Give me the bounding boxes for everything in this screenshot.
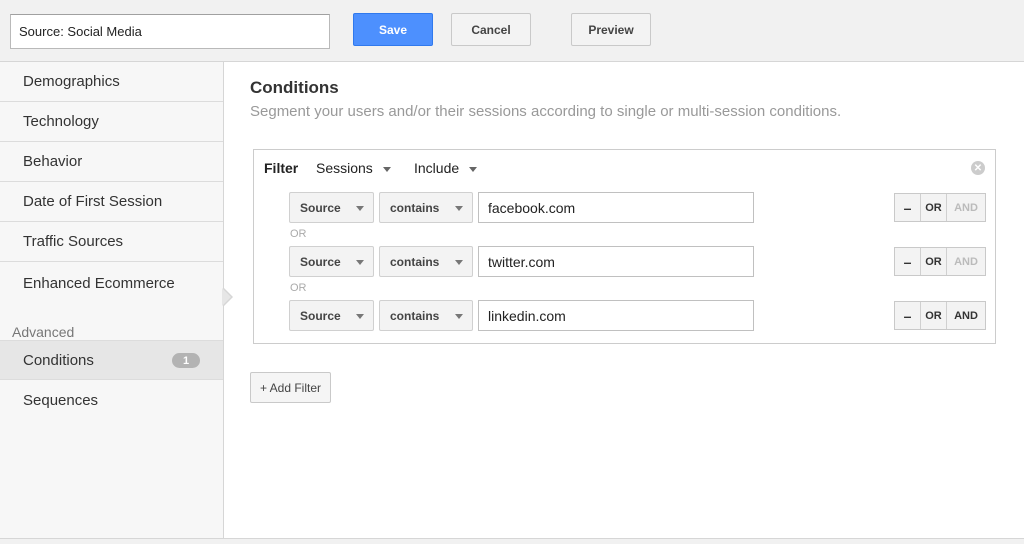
condition-value-input[interactable] bbox=[478, 300, 754, 331]
preview-button[interactable]: Preview bbox=[571, 13, 651, 46]
dimension-value: Source bbox=[300, 254, 341, 269]
remove-condition-button[interactable]: – bbox=[895, 248, 921, 275]
operator-value: contains bbox=[390, 200, 440, 215]
filter-scope-value: Sessions bbox=[316, 160, 373, 176]
condition-value-input[interactable] bbox=[478, 192, 754, 223]
chevron-down-icon bbox=[356, 260, 364, 265]
dimension-value: Source bbox=[300, 200, 341, 215]
dimension-value: Source bbox=[300, 308, 341, 323]
sidebar-item-traffic-sources[interactable]: Traffic Sources bbox=[0, 222, 223, 262]
operator-value: contains bbox=[390, 254, 440, 269]
close-icon[interactable]: ✕ bbox=[971, 161, 985, 175]
and-button[interactable]: AND bbox=[947, 248, 985, 275]
chevron-down-icon bbox=[356, 206, 364, 211]
chevron-down-icon bbox=[455, 314, 463, 319]
sidebar-item-label: Date of First Session bbox=[23, 193, 163, 210]
sidebar-item-label: Behavior bbox=[23, 153, 83, 170]
active-item-pointer bbox=[222, 287, 233, 307]
segment-name-input[interactable] bbox=[10, 14, 330, 49]
and-button[interactable]: AND bbox=[947, 302, 985, 329]
sidebar-item-sequences[interactable]: Sequences bbox=[0, 380, 223, 420]
sidebar-item-behavior[interactable]: Behavior bbox=[0, 142, 223, 182]
dimension-dropdown[interactable]: Source bbox=[289, 300, 374, 331]
sidebar-item-label: Traffic Sources bbox=[23, 233, 124, 250]
remove-condition-button[interactable]: – bbox=[895, 194, 921, 221]
chevron-down-icon bbox=[455, 260, 463, 265]
add-filter-button[interactable]: + Add Filter bbox=[250, 372, 331, 403]
filter-card: Filter Sessions Include ✕ Source contain… bbox=[253, 149, 996, 344]
chevron-down-icon bbox=[356, 314, 364, 319]
operator-dropdown[interactable]: contains bbox=[379, 246, 473, 277]
or-button[interactable]: OR bbox=[921, 194, 947, 221]
sidebar-item-label: Conditions bbox=[23, 351, 94, 369]
filter-mode-dropdown[interactable]: Include bbox=[414, 160, 478, 176]
filter-label: Filter bbox=[264, 160, 299, 176]
sidebar-item-demographics[interactable]: Demographics bbox=[0, 62, 223, 102]
save-button[interactable]: Save bbox=[353, 13, 433, 46]
remove-condition-button[interactable]: – bbox=[895, 302, 921, 329]
cancel-button[interactable]: Cancel bbox=[451, 13, 531, 46]
conditions-count-badge: 1 bbox=[172, 353, 200, 368]
sidebar-item-enhanced-ecommerce[interactable]: Enhanced Ecommerce bbox=[0, 262, 223, 304]
operator-value: contains bbox=[390, 308, 440, 323]
or-separator: OR bbox=[290, 228, 307, 240]
sidebar-item-technology[interactable]: Technology bbox=[0, 102, 223, 142]
operator-dropdown[interactable]: contains bbox=[379, 192, 473, 223]
page-subtitle: Segment your users and/or their sessions… bbox=[250, 103, 842, 120]
sidebar-item-date-of-first-session[interactable]: Date of First Session bbox=[0, 182, 223, 222]
condition-logic-group: – OR AND bbox=[894, 301, 986, 330]
sidebar-item-label: Demographics bbox=[23, 73, 120, 90]
filter-scope-dropdown[interactable]: Sessions bbox=[316, 160, 391, 176]
page-title: Conditions bbox=[250, 78, 339, 97]
condition-value-input[interactable] bbox=[478, 246, 754, 277]
or-separator: OR bbox=[290, 282, 307, 294]
or-button[interactable]: OR bbox=[921, 302, 947, 329]
dimension-dropdown[interactable]: Source bbox=[289, 192, 374, 223]
and-button[interactable]: AND bbox=[947, 194, 985, 221]
condition-logic-group: – OR AND bbox=[894, 247, 986, 276]
or-button[interactable]: OR bbox=[921, 248, 947, 275]
chevron-down-icon bbox=[382, 166, 391, 172]
segment-editor-toolbar: Save Cancel Preview bbox=[0, 0, 1024, 62]
sidebar-item-label: Enhanced Ecommerce bbox=[23, 274, 175, 292]
sidebar-item-label: Technology bbox=[23, 113, 99, 130]
sidebar-section-heading: Advanced bbox=[12, 324, 75, 340]
segment-sidebar: Demographics Technology Behavior Date of… bbox=[0, 62, 224, 540]
sidebar-item-conditions[interactable]: Conditions 1 bbox=[0, 340, 223, 380]
sidebar-item-label: Sequences bbox=[23, 391, 99, 409]
dimension-dropdown[interactable]: Source bbox=[289, 246, 374, 277]
chevron-down-icon bbox=[455, 206, 463, 211]
filter-mode-value: Include bbox=[414, 160, 460, 176]
chevron-down-icon bbox=[469, 166, 478, 172]
operator-dropdown[interactable]: contains bbox=[379, 300, 473, 331]
condition-logic-group: – OR AND bbox=[894, 193, 986, 222]
bottom-bar bbox=[0, 538, 1024, 544]
